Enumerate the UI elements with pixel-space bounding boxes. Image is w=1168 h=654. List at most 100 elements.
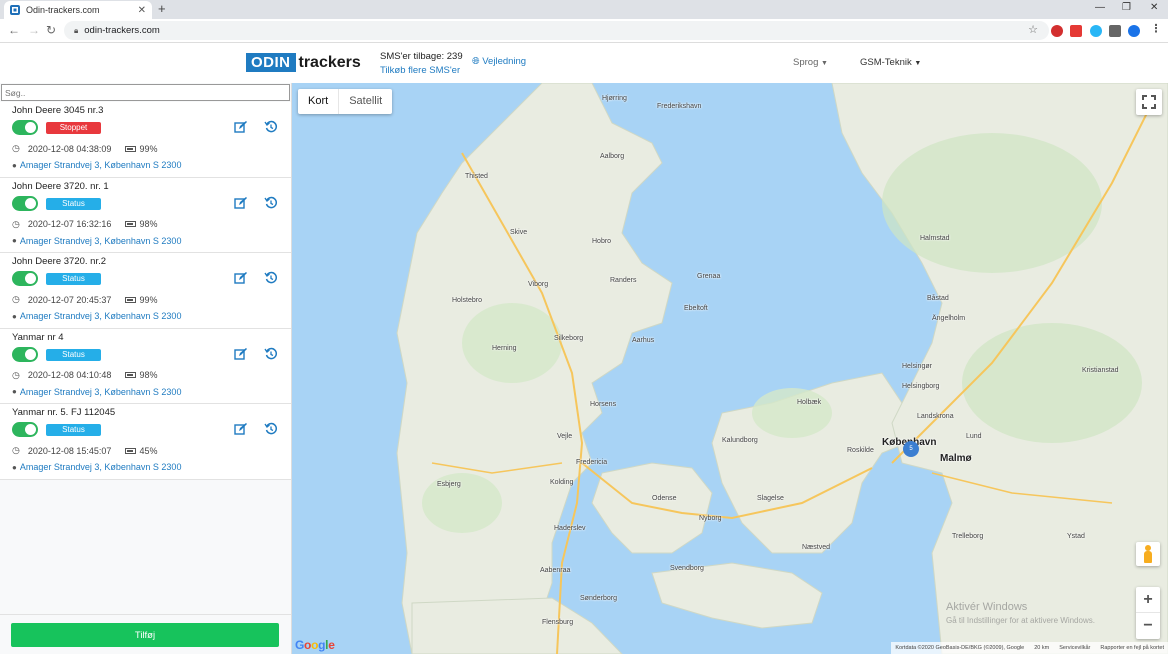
- edit-icon[interactable]: [234, 271, 248, 285]
- tracker-battery: 98%: [139, 370, 158, 381]
- battery-icon: [125, 145, 137, 152]
- city-label: Helsingborg: [902, 383, 940, 390]
- edit-icon[interactable]: [234, 120, 248, 134]
- zoom-control: + −: [1136, 587, 1160, 639]
- map-type-map-button[interactable]: Kort: [298, 89, 338, 114]
- city-label: Aarhus: [632, 337, 655, 344]
- url-text: odin-trackers.com: [84, 25, 160, 36]
- city-label: Haderslev: [554, 525, 586, 532]
- tracker-item[interactable]: John Deere 3045 nr.3 Stoppet ◷ 2020-12-08 0…: [0, 102, 291, 178]
- browser-tab[interactable]: Odin-trackers.com ✕: [4, 1, 152, 19]
- guide-label: Vejledning: [482, 56, 527, 67]
- tracker-address-link[interactable]: ● Amager Strandvej 3, København S 2300: [12, 387, 181, 397]
- edit-icon[interactable]: [234, 196, 248, 210]
- battery-icon: [125, 447, 137, 454]
- bookmark-star-icon[interactable]: ☆: [1027, 24, 1039, 36]
- edit-icon[interactable]: [234, 422, 248, 436]
- terms-link[interactable]: Servicevilkår: [1059, 645, 1090, 651]
- city-label: Trelleborg: [952, 533, 984, 540]
- status-badge: Stoppet: [46, 122, 101, 134]
- minimize-button[interactable]: —: [1095, 2, 1105, 13]
- city-label: Ystad: [1067, 533, 1085, 540]
- report-error-link[interactable]: Rapporter en fejl på kortet: [1100, 645, 1164, 651]
- company-dropdown[interactable]: GSM-Teknik ▼: [860, 57, 921, 68]
- tracker-address-link[interactable]: ● Amager Strandvej 3, København S 2300: [12, 311, 181, 321]
- buy-sms-link[interactable]: Tilkøb flere SMS'er: [380, 64, 463, 78]
- watermark-title: Aktivér Windows: [946, 601, 1028, 613]
- city-label: Landskrona: [917, 413, 954, 420]
- tracker-address: Amager Strandvej 3, København S 2300: [19, 311, 182, 322]
- tracker-active-toggle[interactable]: [12, 346, 38, 362]
- tracker-address-link[interactable]: ● Amager Strandvej 3, København S 2300: [12, 160, 181, 170]
- tracker-name: John Deere 3720. nr.2: [12, 256, 107, 268]
- app-header: ODIN trackers SMS'er tilbage: 239 Tilkøb…: [0, 43, 1168, 83]
- city-label: Nyborg: [699, 515, 722, 522]
- street-view-pegman-icon[interactable]: [1136, 542, 1160, 566]
- city-label: Kolding: [550, 479, 574, 486]
- sms-info: SMS'er tilbage: 239 Tilkøb flere SMS'er: [380, 50, 463, 78]
- history-icon[interactable]: [264, 271, 278, 285]
- tracker-battery: 45%: [139, 445, 158, 456]
- restore-button[interactable]: ❐: [1122, 2, 1131, 13]
- history-icon[interactable]: [264, 196, 278, 210]
- lock-icon: 🔒︎: [74, 25, 79, 35]
- tracker-active-toggle[interactable]: [12, 422, 38, 438]
- tracker-list: John Deere 3045 nr.3 Stoppet ◷ 2020-12-08 0…: [0, 102, 291, 480]
- tracker-item[interactable]: Yanmar nr. 5. FJ 112045 Status ◷ 2020-12-08…: [0, 404, 291, 480]
- extensions-puzzle-icon[interactable]: [1109, 25, 1121, 37]
- tracker-item[interactable]: John Deere 3720. nr.2 Status ◷ 2020-12-07 2…: [0, 253, 291, 329]
- tracker-name: Yanmar nr 4: [12, 331, 64, 343]
- city-label: Aabenraa: [540, 567, 571, 574]
- back-button[interactable]: ←: [8, 23, 20, 37]
- extension-check-icon[interactable]: [1090, 25, 1102, 37]
- city-label: Roskilde: [847, 447, 874, 454]
- extension-adblock-icon[interactable]: [1070, 25, 1082, 37]
- map-view[interactable]: Aalborg Randers Aarhus Viborg Herning Silkebo…: [292, 83, 1168, 654]
- tracker-name: John Deere 3045 nr.3: [12, 105, 104, 116]
- forward-button[interactable]: →: [28, 23, 40, 37]
- city-label: Aalborg: [600, 153, 625, 160]
- browser-tabbar: Odin-trackers.com ✕ + — ❐ ✕: [0, 0, 1168, 19]
- guide-link[interactable]: 🌐︎ Vejledning: [472, 56, 526, 67]
- reload-button[interactable]: ↻: [46, 23, 56, 37]
- tracker-timestamp: 2020-12-07 16:32:16: [27, 219, 112, 230]
- tracker-active-toggle[interactable]: [12, 195, 38, 211]
- fullscreen-button[interactable]: [1136, 89, 1162, 115]
- history-icon[interactable]: [264, 422, 278, 436]
- map-type-satellite-button[interactable]: Satellit: [338, 89, 392, 114]
- tracker-timestamp: 2020-12-08 04:38:09: [27, 143, 112, 154]
- browser-menu-icon[interactable]: ⋮: [1150, 23, 1162, 35]
- tracker-battery: 98%: [139, 219, 158, 230]
- search-input[interactable]: [1, 84, 290, 101]
- zoom-out-button[interactable]: −: [1136, 613, 1160, 639]
- tracker-address-link[interactable]: ● Amager Strandvej 3, København S 2300: [12, 462, 181, 472]
- new-tab-button[interactable]: +: [158, 1, 166, 17]
- tracker-item[interactable]: John Deere 3720. nr. 1 Status ◷ 2020-12-07 …: [0, 177, 291, 254]
- city-label: Skive: [510, 229, 528, 236]
- tracker-item[interactable]: Yanmar nr 4 Status ◷ 2020-12-08 04:10:48 98%…: [0, 328, 291, 405]
- window-close-button[interactable]: ✕: [1150, 2, 1158, 13]
- zoom-in-button[interactable]: +: [1136, 587, 1160, 613]
- language-dropdown[interactable]: Sprog ▼: [793, 57, 828, 68]
- company-label: GSM-Teknik: [860, 57, 912, 68]
- tracker-cluster-marker[interactable]: 5: [903, 441, 919, 457]
- battery-icon: [125, 296, 137, 303]
- profile-avatar-icon[interactable]: [1128, 25, 1140, 37]
- city-label: Hjørring: [602, 95, 627, 102]
- tracker-battery: 99%: [139, 143, 158, 154]
- tracker-address-link[interactable]: ● Amager Strandvej 3, København S 2300: [12, 236, 181, 246]
- city-label: Halmstad: [920, 235, 950, 242]
- city-label: Kalundborg: [722, 437, 758, 444]
- add-tracker-button[interactable]: Tilføj: [11, 623, 279, 647]
- tracker-active-toggle[interactable]: [12, 120, 38, 135]
- tab-close-icon[interactable]: ✕: [138, 5, 146, 16]
- history-icon[interactable]: [264, 347, 278, 361]
- tracker-active-toggle[interactable]: [12, 271, 38, 287]
- tracker-meta: ◷ 2020-12-07 20:45:37 99%: [12, 294, 157, 305]
- odin-logo[interactable]: ODIN trackers: [246, 53, 361, 72]
- tracker-timestamp: 2020-12-08 15:45:07: [27, 445, 112, 456]
- edit-icon[interactable]: [234, 347, 248, 361]
- address-bar[interactable]: 🔒︎ odin-trackers.com: [64, 21, 1049, 40]
- extension-opera-icon[interactable]: [1051, 25, 1063, 37]
- history-icon[interactable]: [264, 120, 278, 134]
